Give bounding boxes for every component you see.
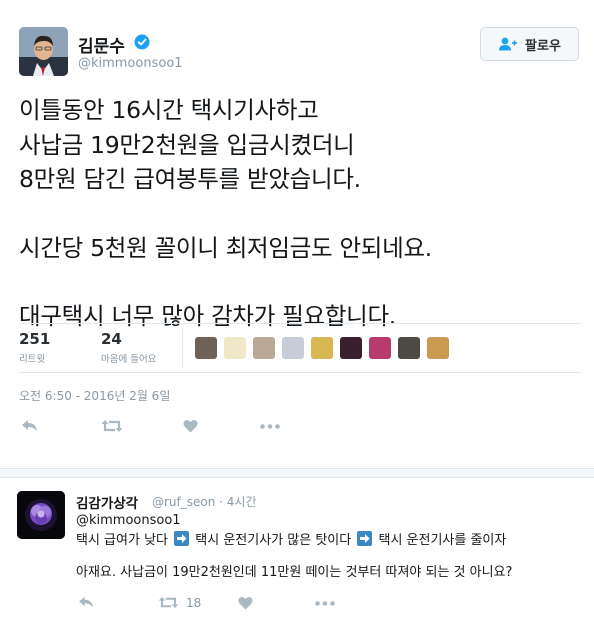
more-button[interactable] [315,601,335,606]
reply-icon [22,420,37,431]
author-name[interactable]: 김문수 [78,32,125,57]
like-label: 마음에 들어요 [101,354,157,365]
retweet-button[interactable] [101,419,123,433]
retweet-icon [158,596,179,609]
liker-avatar[interactable] [195,337,217,359]
reply-line-1: 택시 급여가 낮다 택시 운전기사가 많은 탓이다 택시 운전기사를 줄이자 [76,531,586,551]
reply-phrase: 택시 급여가 낮다 [76,533,168,548]
reply-phrase: 택시 운전기사가 많은 탓이다 [195,533,352,548]
like-icon [238,596,253,610]
tweet-stats: 251 리트윗 24 마음에 들어요 [19,323,581,373]
reply-avatar[interactable] [17,491,65,539]
reply-button[interactable] [21,419,38,432]
retweet-count: 251 [19,330,51,348]
reply-actions: 18 [76,594,376,612]
reply-mention[interactable]: @kimmoonsoo1 [76,511,586,531]
like-stat[interactable]: 24 마음에 들어요 [101,330,156,365]
more-icon [315,601,335,606]
reply-tweet[interactable]: 김감가상각 @ruf_seon · 4시간 @kimmoonsoo1 택시 급여… [0,478,594,622]
tweet-line: 이틀동안 16시간 택시기사하고 [19,96,319,124]
reply-author-name[interactable]: 김감가상각 [76,492,138,512]
retweet-icon [101,420,123,432]
author-handle[interactable]: @kimmoonsoo1 [78,56,183,71]
reply-button[interactable] [78,596,94,608]
more-button[interactable] [260,424,280,429]
more-icon [260,424,280,429]
tweet-line: 사납금 19만2천원을 입금시켰더니 [19,130,355,159]
right-arrow-icon [357,531,373,546]
like-icon [183,419,198,433]
follow-button[interactable]: 팔로우 [480,27,579,61]
reply-author-handle[interactable]: @ruf_seon · 4시간 [152,493,257,510]
avatar[interactable] [19,27,68,76]
liker-avatar[interactable] [282,337,304,359]
liker-avatar[interactable] [253,337,275,359]
main-tweet: 김문수 @kimmoonsoo1 팔로우 이틀동안 16시간 택시기사하고 사납… [0,0,594,468]
verified-badge-icon [134,34,150,50]
liker-avatar[interactable] [224,337,246,359]
tweet-line: 시간당 5천원 꼴이니 최저임금도 안되네요. [19,233,432,262]
tweet-body: 이틀동안 16시간 택시기사하고 사납금 19만2천원을 입금시켰더니 8만원 … [19,93,579,334]
like-count: 24 [101,330,122,348]
liker-avatar[interactable] [340,337,362,359]
like-button[interactable] [183,419,198,433]
liker-avatar[interactable] [398,337,420,359]
reply-retweet-count: 18 [186,596,202,610]
reply-line-2: 아재요. 사납금이 19만2천원인데 11만원 떼이는 것부터 따져야 되는 것… [76,565,513,580]
retweet-label: 리트윗 [19,354,46,365]
right-arrow-icon [174,531,190,546]
reply-body: @kimmoonsoo1 택시 급여가 낮다 택시 운전기사가 많은 탓이다 택… [76,511,586,583]
liker-avatar[interactable] [369,337,391,359]
stat-divider [182,328,183,368]
liker-avatar[interactable] [427,337,449,359]
reply-phrase: 택시 운전기사를 줄이자 [378,533,507,548]
follow-label: 팔로우 [525,38,561,54]
retweet-button[interactable] [158,596,179,609]
retweet-stat[interactable]: 251 리트윗 [19,330,50,365]
section-divider [0,468,594,478]
tweet-actions [19,416,319,438]
reply-icon [79,596,93,608]
tweet-timestamp[interactable]: 오전 6:50 - 2016년 2월 6일 [19,387,170,404]
liker-avatar[interactable] [311,337,333,359]
like-button[interactable] [238,596,253,610]
tweet-line: 8만원 담긴 급여봉투를 받았습니다. [19,165,361,193]
add-user-icon [499,37,518,51]
